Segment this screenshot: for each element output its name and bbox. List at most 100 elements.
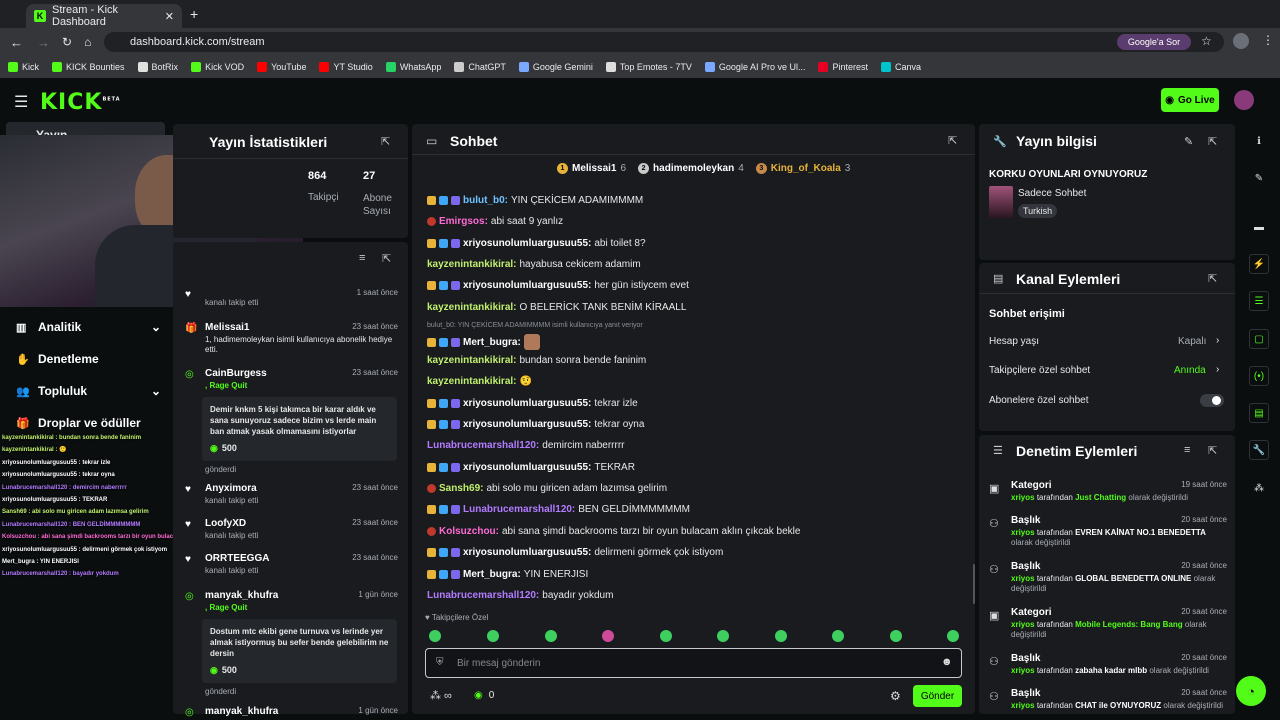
emote-button[interactable] [487,630,499,642]
chat-username[interactable]: kayzenintankikiral: [427,376,516,387]
bookmark-item[interactable]: WhatsApp [385,62,441,72]
emote-button[interactable] [545,630,557,642]
emoji-icon[interactable]: ☻ [941,656,953,668]
emote-button[interactable] [429,630,441,642]
emote-button[interactable] [660,630,672,642]
leaderboard-entry[interactable]: 1 Melissai1 6 [557,163,626,174]
filter-icon[interactable]: ≡ [359,252,365,264]
chat-username[interactable]: Lunabrucemarshall120: [463,504,575,515]
google-ask-button[interactable]: Google'a Sor [1117,34,1191,50]
kick-logo[interactable]: KICKBETA [40,90,121,115]
bookmark-item[interactable]: Canva [881,62,921,72]
address-bar[interactable]: dashboard.kick.com/stream [104,32,1224,52]
chat-username[interactable]: Mert_bugra: [463,337,521,348]
send-button[interactable]: Gönder [913,685,962,707]
bookmark-item[interactable]: Pinterest [818,62,868,72]
emote-button[interactable] [717,630,729,642]
stack-icon[interactable]: ▤ [1249,403,1269,423]
chat-username[interactable]: Sansh69: [439,483,483,494]
subscribers-only-toggle[interactable] [1200,394,1224,407]
chat-username[interactable]: kayzenintankikiral: [427,355,516,366]
edit-icon[interactable]: ✎ [1184,135,1193,148]
bookmark-item[interactable]: BotRix [137,62,178,72]
bookmark-star-icon[interactable]: ☆ [1201,34,1212,48]
chat-username[interactable]: Lunabrucemarshall120: [427,440,539,451]
cluster-icon[interactable]: ⁂ [1249,478,1269,498]
user-badge-icon [451,239,460,248]
bookmark-item[interactable]: Top Emotes - 7TV [605,62,692,72]
media-icon[interactable]: ▬ [1249,217,1269,237]
nav-item[interactable]: 👥 Topluluk ⌄ [16,384,161,398]
bookmark-item[interactable]: Google AI Pro ve Ul... [704,62,805,72]
chat-username[interactable]: xriyosunolumluargusuu55: [463,398,591,409]
bookmark-item[interactable]: Google Gemini [518,62,593,72]
chevron-down-icon[interactable]: ⌄ [151,384,161,398]
chat-username[interactable]: kayzenintankikiral: [427,302,516,313]
chat-username[interactable]: Lunabrucemarshall120: [427,590,539,601]
home-icon[interactable]: ⌂ [84,35,91,49]
popout-icon[interactable]: ⇱ [382,252,391,265]
chat-username[interactable]: bulut_b0: [463,195,508,206]
pen-icon[interactable]: ✎ [1249,168,1269,188]
chat-scrollbar[interactable] [973,564,975,604]
bookmark-item[interactable]: KICK Bounties [52,62,125,72]
popout-icon[interactable]: ⇱ [1208,444,1217,457]
leaderboard-entry[interactable]: 2 hadimemoleykan 4 [638,163,744,174]
chat-input[interactable]: ⛨ Bir mesaj gönderin ☻ [425,648,962,678]
account-age-value[interactable]: Kapalı [1178,336,1206,347]
chat-username[interactable]: xriyosunolumluargusuu55: [463,462,591,473]
bookmark-item[interactable]: YT Studio [319,62,373,72]
popout-icon[interactable]: ⇱ [948,134,957,147]
user-avatar[interactable] [1234,90,1254,110]
chevron-right-icon[interactable]: › [1216,364,1219,375]
bookmark-item[interactable]: ChatGPT [454,62,506,72]
chat-username[interactable]: Kolsuzchou: [439,526,499,537]
close-tab-icon[interactable]: ✕ [165,10,174,23]
new-tab-icon[interactable]: + [190,6,198,22]
chat-username[interactable]: xriyosunolumluargusuu55: [463,238,591,249]
emote-button[interactable] [890,630,902,642]
chat-username[interactable]: xriyosunolumluargusuu55: [463,280,591,291]
emote-button[interactable] [947,630,959,642]
chat-username[interactable]: xriyosunolumluargusuu55: [463,547,591,558]
popout-icon[interactable]: ⇱ [381,135,390,148]
broadcast-icon[interactable]: (•) [1249,366,1269,386]
message-icon[interactable]: ▢ [1249,329,1269,349]
bookmark-item[interactable]: Kick [8,62,39,72]
profile-avatar[interactable] [1233,33,1249,49]
bookmark-item[interactable]: Kick VOD [191,62,244,72]
popout-icon[interactable]: ⇱ [1208,272,1217,285]
shield-icon: ⛨ [436,657,444,668]
chat-username[interactable]: xriyosunolumluargusuu55: [463,419,591,430]
nav-item[interactable]: ▥ Analitik ⌄ [16,320,161,334]
bolt-icon[interactable]: ⚡ [1249,254,1269,274]
chevron-down-icon[interactable]: ⌄ [151,320,161,334]
chat-settings-icon[interactable]: ⚙ [890,689,901,703]
tool-icon[interactable]: 🔧 [1249,440,1269,460]
list-icon[interactable]: ☰ [1249,291,1269,311]
emote-button[interactable] [602,630,614,642]
browser-menu-icon[interactable]: ⋮ [1262,33,1274,47]
popout-icon[interactable]: ⇱ [1208,135,1217,148]
filter-icon[interactable]: ≡ [1184,444,1190,456]
points-infinity-icon[interactable]: ⁂ ∞ [430,689,452,702]
support-chat-icon[interactable]: ◔ [1236,676,1266,706]
forward-icon[interactable]: → [37,35,50,50]
emote-button[interactable] [832,630,844,642]
followers-only-value[interactable]: Anında [1174,365,1206,376]
chat-username[interactable]: kayzenintankikiral: [427,259,516,270]
chat-username[interactable]: Mert_bugra: [463,569,521,580]
hamburger-menu-icon[interactable]: ☰ [14,92,28,112]
chevron-right-icon[interactable]: › [1216,335,1219,346]
back-icon[interactable]: ← [10,35,23,50]
leaderboard-entry[interactable]: 3 King_of_Koala 3 [755,163,850,174]
reload-icon[interactable]: ↻ [62,35,72,49]
emote-button[interactable] [775,630,787,642]
bookmark-item[interactable]: YouTube [257,62,306,72]
nav-item[interactable]: ✋ Denetleme [16,352,161,366]
nav-item[interactable]: 🎁 Droplar ve ödüller [16,416,161,430]
browser-tab[interactable]: K Stream - Kick Dashboard ✕ [26,4,182,28]
info-icon[interactable]: ℹ [1249,131,1269,151]
chat-username[interactable]: Emirgsos: [439,216,488,227]
go-live-button[interactable]: ◉ Go Live [1161,88,1219,112]
